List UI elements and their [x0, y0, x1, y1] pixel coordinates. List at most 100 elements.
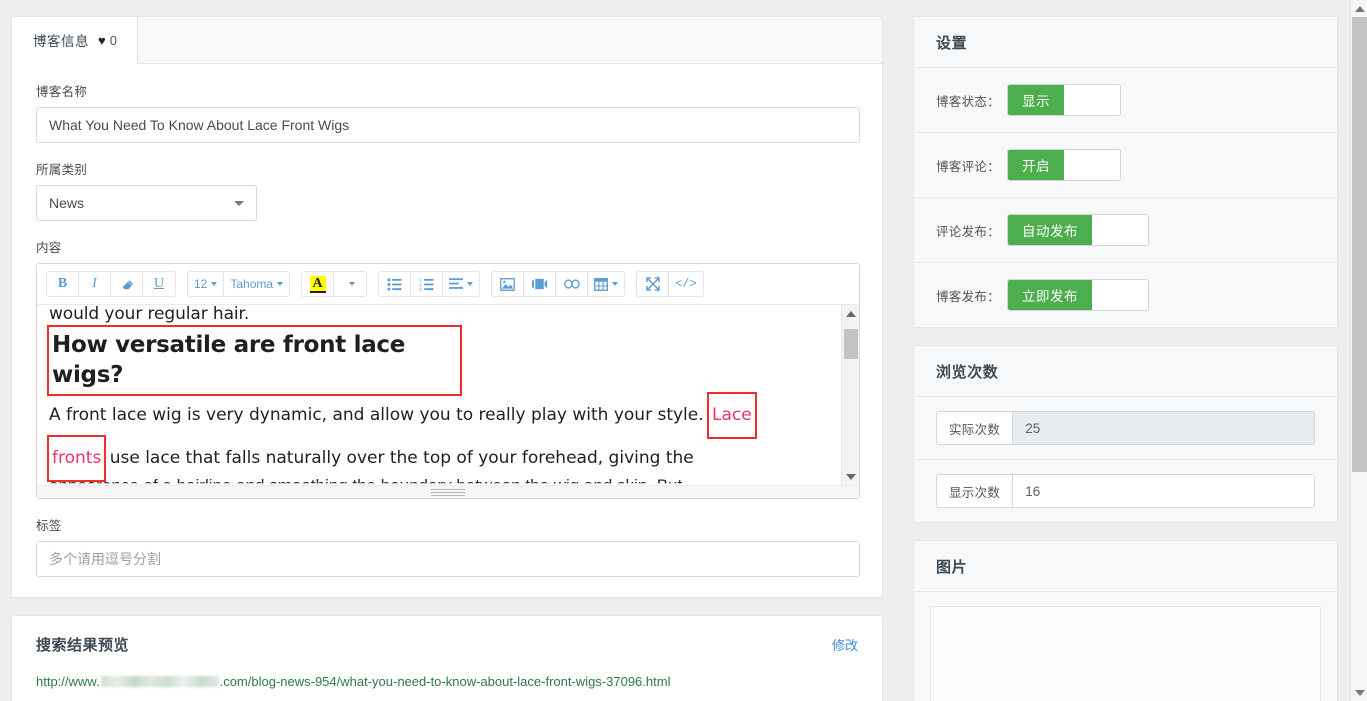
table-icon [594, 277, 609, 291]
settings-panel-title: 设置 [914, 17, 1337, 68]
insert-video-button[interactable] [524, 272, 557, 296]
align-button[interactable] [443, 272, 480, 296]
blog-name-label: 博客名称 [36, 85, 88, 99]
editor-heading-highlight: How versatile are front lace wigs? [47, 325, 462, 396]
scroll-down-button[interactable] [842, 468, 859, 485]
editor-content-area[interactable]: would your regular hair. How versatile a… [37, 305, 859, 485]
toolbar-group-lists: 1 2 3 [378, 271, 481, 297]
page-scroll-thumb[interactable] [1352, 17, 1367, 472]
link-icon [563, 278, 580, 290]
toggle-inactive-slot[interactable] [1064, 150, 1121, 180]
align-left-icon [449, 278, 464, 290]
arrow-down-icon [846, 473, 856, 480]
toolbar-group-insert [491, 271, 626, 297]
font-family-button[interactable]: Tahoma [224, 272, 290, 296]
category-select[interactable]: News [36, 185, 257, 221]
toolbar-group-font: 12 Tahoma [187, 271, 291, 297]
ordered-list-icon: 1 2 3 [419, 278, 434, 291]
views-panel: 浏览次数 实际次数 25 显示次数 16 [913, 345, 1338, 523]
toggle-inactive-slot[interactable] [1092, 215, 1149, 245]
tags-input[interactable] [36, 541, 860, 577]
blog-publish-toggle[interactable]: 立即发布 [1007, 279, 1150, 311]
insert-table-button[interactable] [588, 272, 625, 296]
tags-label: 标签 [36, 519, 62, 533]
search-preview-edit-link[interactable]: 修改 [832, 635, 858, 654]
redacted-domain [100, 676, 219, 687]
bold-button[interactable]: B [47, 272, 79, 296]
font-color-label: A [309, 275, 326, 293]
right-column: 设置 博客状态： 显示 博客评论： 开启 评论发布： 自动发布 博客发布： 立即… [913, 16, 1338, 701]
search-preview-url[interactable]: http://www. .com/blog-news-954/what-you-n… [12, 655, 882, 701]
arrow-up-icon [1354, 5, 1365, 12]
arrow-down-icon [1354, 689, 1365, 696]
editor-toolbar: B I U 12 Tahoma A 1 2 3 </> [37, 264, 859, 305]
page-scroll-up-button[interactable] [1351, 0, 1367, 17]
blog-comment-toggle[interactable]: 开启 [1007, 149, 1122, 181]
chevron-down-icon [211, 282, 218, 286]
svg-text:3: 3 [419, 287, 422, 291]
search-preview-title: 搜索结果预览 [36, 637, 130, 654]
editor-footer [37, 485, 859, 498]
eraser-icon [120, 277, 134, 291]
blog-status-toggle[interactable]: 显示 [1007, 84, 1122, 116]
toggle-inactive-slot[interactable] [1092, 280, 1149, 310]
toggle-active-value: 开启 [1008, 150, 1065, 180]
heart-icon: ♥ [98, 32, 106, 48]
editor-link-lace[interactable]: Lace [707, 392, 757, 439]
comment-publish-toggle[interactable]: 自动发布 [1007, 214, 1150, 246]
grip-line [431, 492, 465, 493]
italic-button[interactable]: I [79, 272, 111, 296]
fullscreen-button[interactable] [637, 272, 670, 296]
page-scrollbar[interactable] [1350, 0, 1367, 701]
ordered-list-button[interactable]: 1 2 3 [411, 272, 444, 296]
editor-scrollbar[interactable] [841, 305, 859, 485]
tab-label: 博客信息 [33, 34, 89, 49]
views-row-displayed: 显示次数 16 [914, 460, 1337, 522]
unordered-list-button[interactable] [379, 272, 412, 296]
arrow-up-icon [846, 310, 856, 317]
underline-button[interactable]: U [143, 272, 175, 296]
chevron-down-icon [277, 282, 284, 286]
setting-label: 评论发布： [936, 224, 1001, 239]
font-size-button[interactable]: 12 [188, 272, 225, 296]
search-preview-header: 搜索结果预览 修改 [12, 616, 882, 655]
editor-document[interactable]: would your regular hair. How versatile a… [37, 305, 841, 482]
editor-paragraph-text-b: use lace that falls naturally over the t… [104, 448, 694, 468]
editor-resize-handle[interactable] [431, 487, 465, 496]
setting-label: 博客状态： [936, 94, 1001, 109]
category-label: 所属类别 [36, 163, 88, 177]
url-prefix: http://www. [36, 674, 100, 689]
insert-image-button[interactable] [492, 272, 525, 296]
actual-views-value: 25 [1013, 412, 1314, 444]
editor-line-clipped: appearance of a hairline and smoothing t… [49, 473, 682, 483]
tab-blog-info[interactable]: 博客信息 ♥ 0 [12, 17, 138, 64]
actual-views-label: 实际次数 [937, 412, 1014, 444]
text-color-dropdown[interactable] [334, 272, 367, 296]
setting-row-blog-publish: 博客发布： 立即发布 [914, 263, 1337, 327]
blog-form: 博客名称 所属类别 News 内容 B I [12, 64, 882, 597]
editor-scroll-thumb[interactable] [844, 329, 858, 359]
category-selected-value: News [49, 195, 85, 211]
italic-label: I [92, 276, 97, 291]
setting-row-blog-status: 博客状态： 显示 [914, 68, 1337, 133]
text-color-button[interactable]: A [302, 272, 335, 296]
eraser-button[interactable] [111, 272, 143, 296]
chevron-down-icon [467, 282, 474, 286]
code-view-button[interactable]: </> [669, 272, 703, 296]
tab-bar: 博客信息 ♥ 0 [12, 17, 882, 64]
insert-link-button[interactable] [556, 272, 589, 296]
scroll-up-button[interactable] [842, 305, 859, 322]
toggle-active-value: 自动发布 [1008, 215, 1093, 245]
blog-name-input[interactable] [36, 107, 860, 143]
toggle-inactive-slot[interactable] [1064, 85, 1121, 115]
page-scroll-down-button[interactable] [1351, 684, 1367, 701]
page-root: 博客信息 ♥ 0 博客名称 所属类别 News 内容 [0, 0, 1367, 701]
image-dropzone[interactable] [930, 606, 1321, 701]
displayed-views-group: 显示次数 16 [936, 474, 1315, 508]
favorite-indicator[interactable]: ♥ 0 [98, 33, 117, 48]
setting-label: 博客发布： [936, 289, 1001, 304]
editor-paragraph-text-a: A front lace wig is very dynamic, and al… [49, 405, 710, 425]
displayed-views-input[interactable]: 16 [1013, 475, 1314, 507]
images-panel-title: 图片 [914, 541, 1337, 592]
displayed-views-label: 显示次数 [937, 475, 1014, 507]
